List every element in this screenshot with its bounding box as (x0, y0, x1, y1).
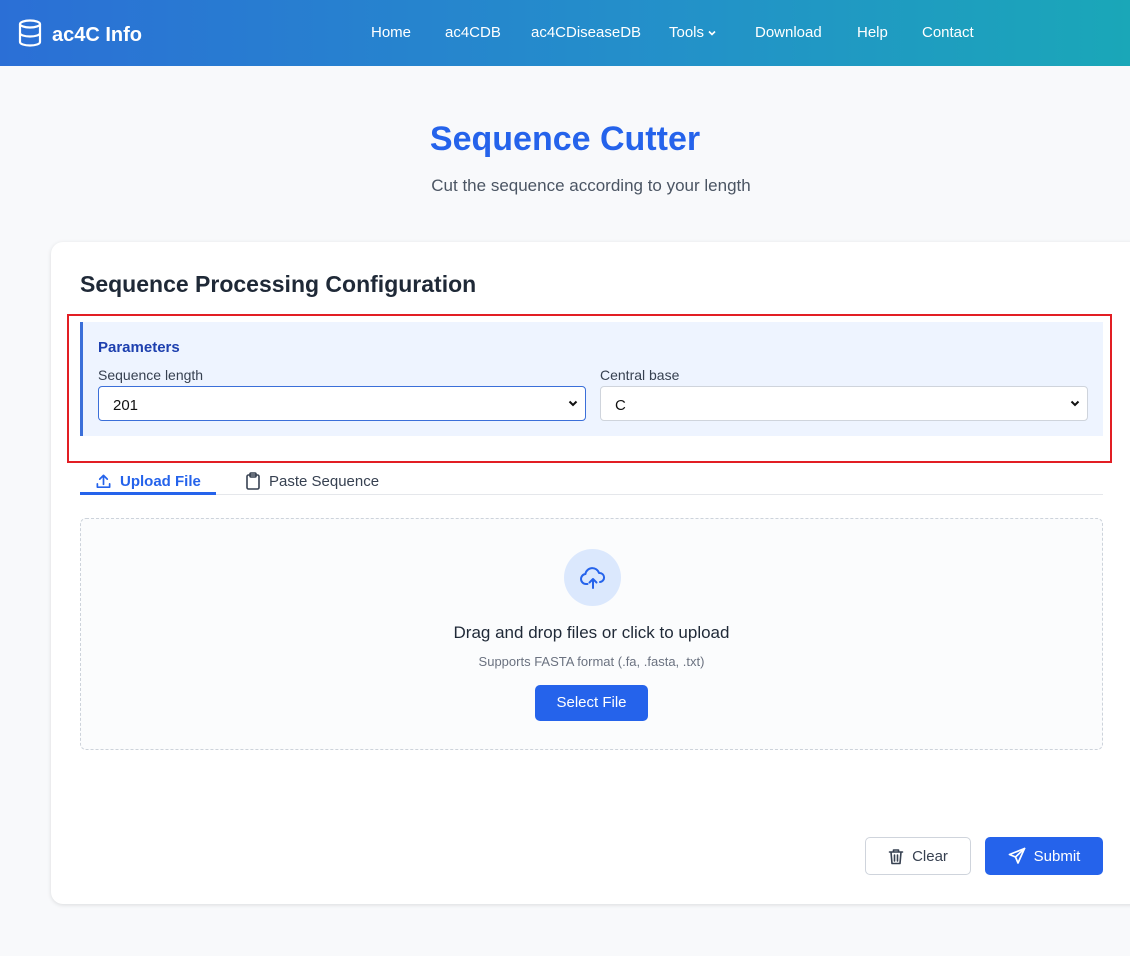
nav-help[interactable]: Help (857, 24, 888, 41)
submit-button-label: Submit (1033, 847, 1081, 865)
tab-upload-file[interactable]: Upload File (95, 467, 201, 495)
send-icon (1008, 847, 1026, 864)
submit-button[interactable]: Submit (985, 837, 1103, 875)
clipboard-icon (246, 472, 260, 490)
active-tab-indicator (80, 492, 216, 495)
brand[interactable]: ac4C Info (17, 19, 142, 52)
nav-download[interactable]: Download (755, 24, 822, 41)
page-title: Sequence Cutter (429, 120, 701, 158)
card-title: Sequence Processing Configuration (80, 271, 477, 297)
page-subtitle: Cut the sequence according to your lengt… (431, 176, 751, 195)
clear-button[interactable]: Clear (865, 837, 971, 875)
chevron-down-icon (708, 30, 716, 36)
upload-icon (96, 474, 111, 488)
nav-home[interactable]: Home (371, 24, 411, 41)
tab-upload-file-label: Upload File (120, 472, 201, 490)
tab-paste-sequence-label: Paste Sequence (269, 472, 380, 490)
upload-circle (564, 549, 621, 606)
dropzone-subtitle: Supports FASTA format (.fa, .fasta, .txt… (478, 654, 705, 669)
tab-divider (80, 494, 1103, 495)
tab-paste-sequence[interactable]: Paste Sequence (245, 467, 379, 495)
dropzone-title: Drag and drop files or click to upload (453, 623, 730, 642)
brand-name: ac4C Info (52, 24, 143, 46)
highlight-box (67, 314, 1112, 463)
nav-contact[interactable]: Contact (922, 24, 974, 41)
clear-button-label: Clear (912, 847, 948, 865)
navbar: ac4C Info Home ac4CDB ac4CDiseaseDB Tool… (0, 0, 1130, 66)
database-icon (17, 19, 43, 52)
nav-ac4cdiseasedb[interactable]: ac4CDiseaseDB (531, 24, 641, 41)
nav-ac4cdb[interactable]: ac4CDB (445, 24, 501, 41)
select-file-button[interactable]: Select File (535, 685, 648, 721)
trash-icon (888, 848, 904, 864)
nav-tools-label: Tools (669, 24, 705, 41)
file-dropzone[interactable]: Drag and drop files or click to upload S… (80, 518, 1103, 750)
nav-tools-dropdown[interactable]: Tools (669, 24, 717, 41)
cloud-upload-icon (579, 566, 605, 589)
